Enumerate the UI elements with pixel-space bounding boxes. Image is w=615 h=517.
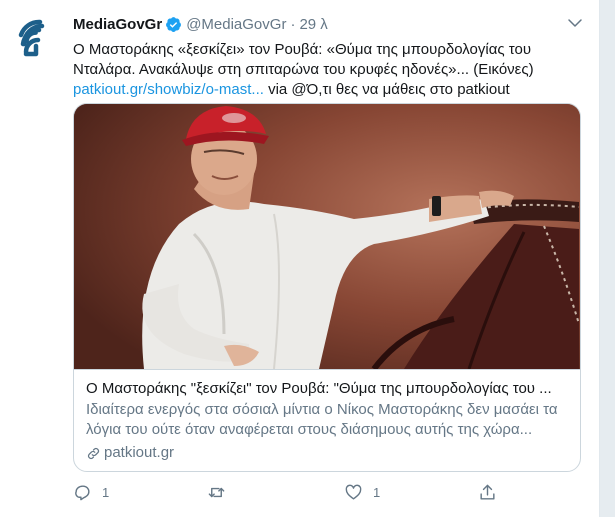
- share-icon: [480, 484, 495, 500]
- retweet-icon: [208, 487, 225, 497]
- like-count: 1: [373, 484, 381, 500]
- reply-button[interactable]: 1: [73, 480, 109, 504]
- share-button[interactable]: [478, 480, 497, 504]
- chevron-down-icon[interactable]: [566, 14, 584, 32]
- card-photo: [74, 104, 580, 369]
- tweet-text: Ο Μαστοράκης «ξεσκίζει» τον Ρουβά: «Θύμα…: [73, 40, 588, 100]
- tweet[interactable]: MediaGovGr @MediaGovGr · 29 λ Ο Μαστοράκ…: [0, 0, 600, 517]
- via-text: via @Ό,τι θες να μάθεις στο patkiout: [268, 81, 510, 98]
- heart-icon: [345, 484, 362, 500]
- reply-count: 1: [102, 484, 110, 500]
- card-image[interactable]: [74, 104, 580, 369]
- tweet-body-text: Ο Μαστοράκης «ξεσκίζει» τον Ρουβά: «Θύμα…: [73, 41, 534, 78]
- like-button[interactable]: 1: [344, 480, 380, 504]
- card-domain-text: patkiout.gr: [104, 444, 175, 461]
- retweet-button[interactable]: [207, 480, 236, 504]
- action-bar: 1 1: [73, 480, 513, 504]
- card-body[interactable]: Ο Μαστοράκης "ξεσκίζει" τον Ρουβά: "Θύμα…: [74, 369, 580, 471]
- timestamp[interactable]: 29 λ: [299, 16, 327, 33]
- broadcast-logo-icon: [12, 14, 61, 63]
- handle[interactable]: @MediaGovGr: [186, 16, 286, 33]
- tweet-header: MediaGovGr @MediaGovGr · 29 λ: [73, 14, 328, 34]
- verified-badge-icon: [166, 16, 182, 32]
- link-icon: [87, 447, 100, 459]
- reply-icon: [75, 484, 90, 500]
- tweet-link[interactable]: patkiout.gr/showbiz/o-mast...: [73, 81, 264, 98]
- card-title: Ο Μαστοράκης "ξεσκίζει" τον Ρουβά: "Θύμα…: [86, 380, 552, 397]
- separator-dot: ·: [290, 15, 296, 33]
- link-preview-card[interactable]: Ο Μαστοράκης "ξεσκίζει" τον Ρουβά: "Θύμα…: [73, 103, 581, 472]
- card-description: Ιδιαίτερα ενεργός στα σόσιαλ μίντια ο Νί…: [86, 401, 558, 438]
- card-domain: patkiout.gr: [86, 443, 570, 463]
- display-name[interactable]: MediaGovGr: [73, 16, 162, 33]
- avatar[interactable]: [12, 14, 61, 63]
